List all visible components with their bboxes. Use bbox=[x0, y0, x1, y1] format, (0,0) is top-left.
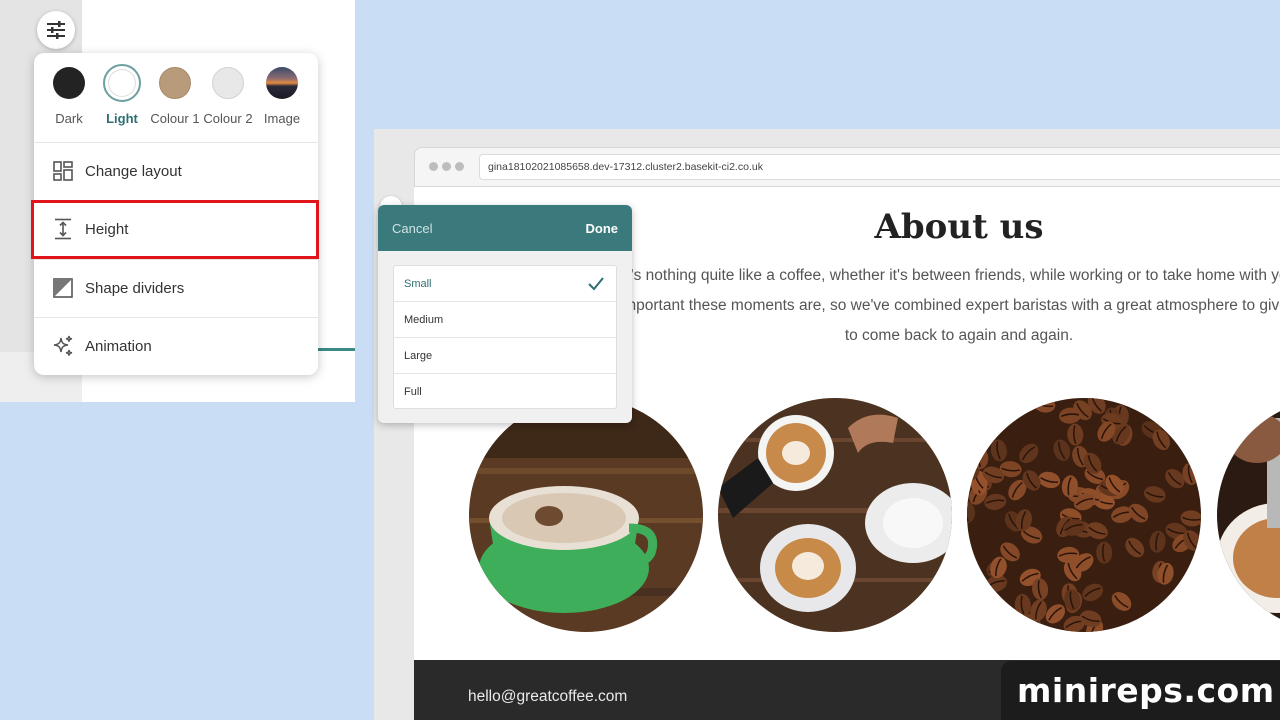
swatch-light-circle bbox=[103, 64, 141, 102]
checkmark-icon bbox=[588, 277, 604, 291]
option-label: Medium bbox=[404, 314, 444, 326]
coffee-beans-photo bbox=[967, 398, 1201, 632]
menu-item-label: Animation bbox=[85, 337, 152, 355]
height-picker-popover: Cancel Done Small Medium Large Full bbox=[378, 205, 632, 423]
browser-toolbar: gina18102021085658.dev-17312.cluster2.ba… bbox=[414, 147, 1280, 187]
window-dot-icon bbox=[442, 162, 451, 171]
option-label: Small bbox=[404, 278, 432, 290]
swatch-dark-label: Dark bbox=[55, 111, 83, 126]
option-label: Full bbox=[404, 386, 422, 398]
window-dot-icon bbox=[429, 162, 438, 171]
shape-dividers-icon bbox=[52, 277, 74, 299]
swatch-colour-1-circle bbox=[159, 67, 191, 99]
height-option-full[interactable]: Full bbox=[394, 374, 616, 410]
watermark-badge: minireps.com bbox=[1001, 661, 1280, 720]
window-dot-icon bbox=[455, 162, 464, 171]
menu-item-label: Change layout bbox=[85, 162, 182, 180]
coffee-photo-latte-art bbox=[718, 398, 952, 632]
option-label: Large bbox=[404, 350, 433, 362]
height-option-large[interactable]: Large bbox=[394, 338, 616, 374]
height-option-small[interactable]: Small bbox=[394, 266, 616, 302]
swatch-colour-1[interactable]: Colour 1 bbox=[145, 67, 205, 126]
swatch-light[interactable]: Light bbox=[92, 64, 152, 126]
swatch-image[interactable]: Image bbox=[252, 67, 312, 126]
address-bar[interactable]: gina18102021085658.dev-17312.cluster2.ba… bbox=[479, 154, 1280, 180]
menu-item-change-layout[interactable]: Change layout bbox=[34, 143, 318, 199]
swatch-dark[interactable]: Dark bbox=[39, 67, 99, 126]
cancel-button[interactable]: Cancel bbox=[392, 221, 432, 236]
swatch-colour-1-label: Colour 1 bbox=[150, 111, 200, 126]
coffee-photo-green-cup bbox=[469, 398, 703, 632]
swatch-colour-2[interactable]: Colour 2 bbox=[198, 67, 258, 126]
swatch-image-label: Image bbox=[263, 111, 301, 126]
sparkle-icon bbox=[52, 335, 74, 357]
sunset-image-icon bbox=[266, 67, 298, 99]
swatch-light-label: Light bbox=[106, 111, 138, 126]
menu-item-shape-dividers[interactable]: Shape dividers bbox=[34, 260, 318, 316]
height-highlight-box bbox=[31, 200, 319, 259]
height-option-medium[interactable]: Medium bbox=[394, 302, 616, 338]
sliders-icon bbox=[47, 21, 65, 39]
done-button[interactable]: Done bbox=[586, 221, 619, 236]
picker-header: Cancel Done bbox=[378, 205, 632, 251]
watermark-text: minireps.com bbox=[1017, 671, 1275, 710]
section-settings-button[interactable] bbox=[37, 11, 75, 49]
menu-item-label: Shape dividers bbox=[85, 279, 185, 297]
swatch-colour-2-label: Colour 2 bbox=[203, 111, 253, 126]
swatch-colour-2-circle bbox=[212, 67, 244, 99]
coffee-photo-pour bbox=[1217, 398, 1280, 632]
footer-email-link[interactable]: hello@greatcoffee.com bbox=[468, 688, 627, 706]
height-options-list: Small Medium Large Full bbox=[393, 265, 617, 409]
menu-item-animation[interactable]: Animation bbox=[34, 318, 318, 374]
layout-icon bbox=[52, 160, 74, 182]
accent-line bbox=[318, 348, 355, 351]
swatch-dark-circle bbox=[53, 67, 85, 99]
